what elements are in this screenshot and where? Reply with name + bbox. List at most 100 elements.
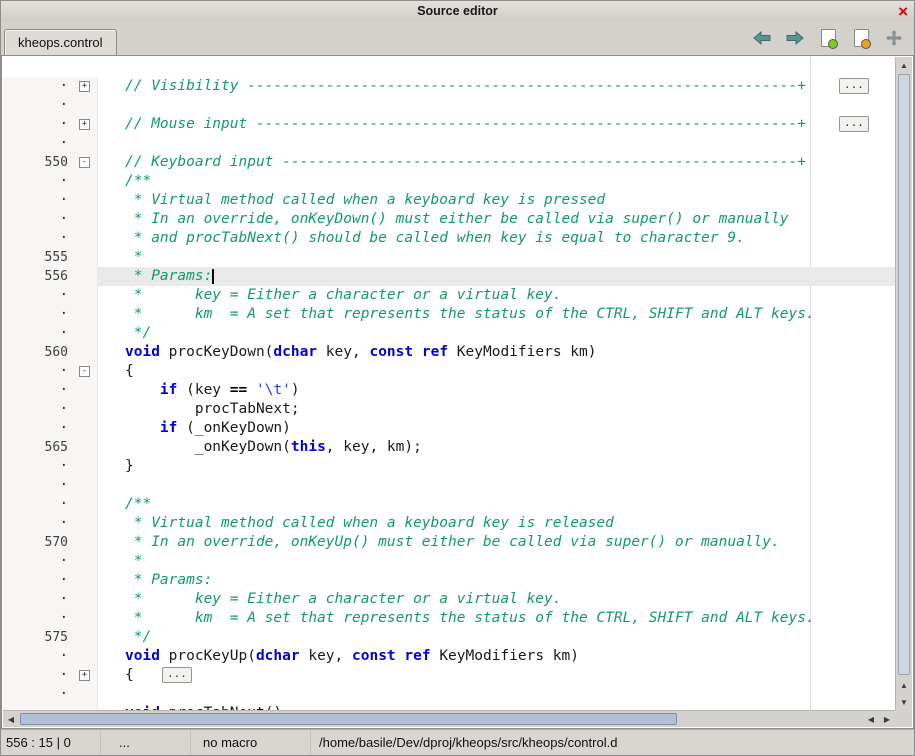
code-line[interactable]: · if (_onKeyDown)	[3, 419, 895, 438]
code-line[interactable]: · * km = A set that represents the statu…	[3, 305, 895, 324]
gutter-fold-column	[71, 495, 98, 514]
code-text[interactable]: if (key == '\t')	[98, 381, 895, 400]
code-text[interactable]: // Mouse input -------------------------…	[98, 115, 895, 134]
code-line[interactable]: · procTabNext;	[3, 400, 895, 419]
horizontal-scrollbar[interactable]: ◀ ◀ ▶	[3, 710, 895, 727]
code-line[interactable]: ·-{	[3, 362, 895, 381]
code-text[interactable]	[98, 134, 895, 153]
code-text[interactable]: // Keyboard input ----------------------…	[98, 153, 895, 172]
code-line[interactable]: · * In an override, onKeyDown() must eit…	[3, 210, 895, 229]
code-text[interactable]: if (_onKeyDown)	[98, 419, 895, 438]
fold-toggle-icon[interactable]: +	[79, 670, 90, 681]
go-forward-button[interactable]	[783, 26, 807, 50]
code-line[interactable]: 555 *	[3, 248, 895, 267]
code-text[interactable]: }	[98, 457, 895, 476]
code-text[interactable]: procTabNext;	[98, 400, 895, 419]
code-line[interactable]: 570 * In an override, onKeyUp() must eit…	[3, 533, 895, 552]
vertical-scroll-thumb[interactable]	[898, 74, 910, 675]
code-text[interactable]	[98, 96, 895, 115]
fold-ellipsis-box[interactable]: ...	[839, 116, 869, 132]
code-line[interactable]: · * Virtual method called when a keyboar…	[3, 191, 895, 210]
scroll-down-button[interactable]: ▼	[896, 694, 912, 710]
code-line[interactable]: · * Params:	[3, 571, 895, 590]
scroll-right-button[interactable]: ▶	[879, 711, 895, 727]
vertical-scrollbar[interactable]: ▲ ▲ ▼	[895, 57, 912, 710]
go-back-button[interactable]	[750, 26, 774, 50]
gutter-fold-column	[71, 343, 98, 362]
code-line[interactable]: · */	[3, 324, 895, 343]
editor-toolbar	[750, 26, 906, 50]
code-line[interactable]: · if (key == '\t')	[3, 381, 895, 400]
code-text[interactable]: * Virtual method called when a keyboard …	[98, 514, 895, 533]
code-line[interactable]: ·	[3, 476, 895, 495]
code-text[interactable]: * Virtual method called when a keyboard …	[98, 191, 895, 210]
code-text[interactable]: */	[98, 628, 895, 647]
fold-toggle-icon[interactable]: -	[79, 366, 90, 377]
code-text[interactable]: _onKeyDown(this, key, km);	[98, 438, 895, 457]
detach-button[interactable]	[882, 26, 906, 50]
code-text[interactable]: * km = A set that represents the status …	[98, 609, 895, 628]
code-line[interactable]: 565 _onKeyDown(this, key, km);	[3, 438, 895, 457]
code-text[interactable]: // Visibility --------------------------…	[98, 77, 895, 96]
code-line[interactable]: · * key = Either a character or a virtua…	[3, 286, 895, 305]
horizontal-scroll-thumb[interactable]	[20, 713, 677, 725]
scroll-left-button[interactable]: ◀	[3, 711, 19, 727]
scroll-up-button[interactable]: ▲	[896, 57, 912, 73]
code-text[interactable]: */	[98, 324, 895, 343]
gutter-fold-column	[71, 400, 98, 419]
fold-ellipsis-box[interactable]: ...	[839, 78, 869, 94]
code-token	[125, 382, 160, 398]
code-text[interactable]	[98, 685, 895, 704]
code-line[interactable]: 550-// Keyboard input ------------------…	[3, 153, 895, 172]
code-line[interactable]: · * and procTabNext() should be called w…	[3, 229, 895, 248]
fold-ellipsis-box[interactable]: ...	[162, 667, 192, 683]
scroll-left-button-secondary[interactable]: ◀	[863, 711, 879, 727]
code-text[interactable]: * In an override, onKeyDown() must eithe…	[98, 210, 895, 229]
code-line[interactable]: ·+// Visibility ------------------------…	[3, 77, 895, 96]
code-text[interactable]	[98, 476, 895, 495]
code-text[interactable]: * km = A set that represents the status …	[98, 305, 895, 324]
code-text[interactable]: * Params:	[98, 267, 895, 286]
document-green-button[interactable]	[816, 26, 840, 50]
code-line[interactable]: ·	[3, 96, 895, 115]
code-token: ==	[230, 382, 247, 398]
code-token: (key	[177, 382, 229, 398]
code-text[interactable]: * key = Either a character or a virtual …	[98, 286, 895, 305]
code-line[interactable]: 560void procKeyDown(dchar key, const ref…	[3, 343, 895, 362]
code-line[interactable]: · *	[3, 552, 895, 571]
code-token: )	[291, 382, 300, 398]
gutter-fold-column	[71, 286, 98, 305]
code-line[interactable]: 575 */	[3, 628, 895, 647]
code-text[interactable]: * Params:	[98, 571, 895, 590]
code-line[interactable]: ·+// Mouse input -----------------------…	[3, 115, 895, 134]
code-text[interactable]: * key = Either a character or a virtual …	[98, 590, 895, 609]
code-line[interactable]: ·	[3, 685, 895, 704]
fold-toggle-icon[interactable]: +	[79, 81, 90, 92]
code-text[interactable]: void procKeyDown(dchar key, const ref Ke…	[98, 343, 895, 362]
code-text[interactable]: /**	[98, 172, 895, 191]
code-text[interactable]: {	[98, 362, 895, 381]
code-line[interactable]: · * km = A set that represents the statu…	[3, 609, 895, 628]
code-text[interactable]: *	[98, 248, 895, 267]
code-text[interactable]: void procKeyUp(dchar key, const ref KeyM…	[98, 647, 895, 666]
code-line[interactable]: ·	[3, 134, 895, 153]
code-text[interactable]: *	[98, 552, 895, 571]
code-line[interactable]: ·void procKeyUp(dchar key, const ref Key…	[3, 647, 895, 666]
tab-kheops-control[interactable]: kheops.control	[4, 29, 117, 55]
fold-toggle-icon[interactable]: -	[79, 157, 90, 168]
code-line[interactable]: ·/**	[3, 495, 895, 514]
code-text[interactable]: {...	[98, 666, 895, 685]
scroll-up-button-secondary[interactable]: ▲	[896, 677, 912, 693]
document-orange-button[interactable]	[849, 26, 873, 50]
code-text[interactable]: * In an override, onKeyUp() must either …	[98, 533, 895, 552]
code-line[interactable]: ·}	[3, 457, 895, 476]
code-line[interactable]: · * key = Either a character or a virtua…	[3, 590, 895, 609]
fold-toggle-icon[interactable]: +	[79, 119, 90, 130]
code-text[interactable]: /**	[98, 495, 895, 514]
code-line[interactable]: · * Virtual method called when a keyboar…	[3, 514, 895, 533]
code-line[interactable]: 556 * Params:	[3, 267, 895, 286]
code-line[interactable]: ·+{...	[3, 666, 895, 685]
close-icon[interactable]: ×	[898, 1, 908, 21]
code-text[interactable]: * and procTabNext() should be called whe…	[98, 229, 895, 248]
code-line[interactable]: ·/**	[3, 172, 895, 191]
